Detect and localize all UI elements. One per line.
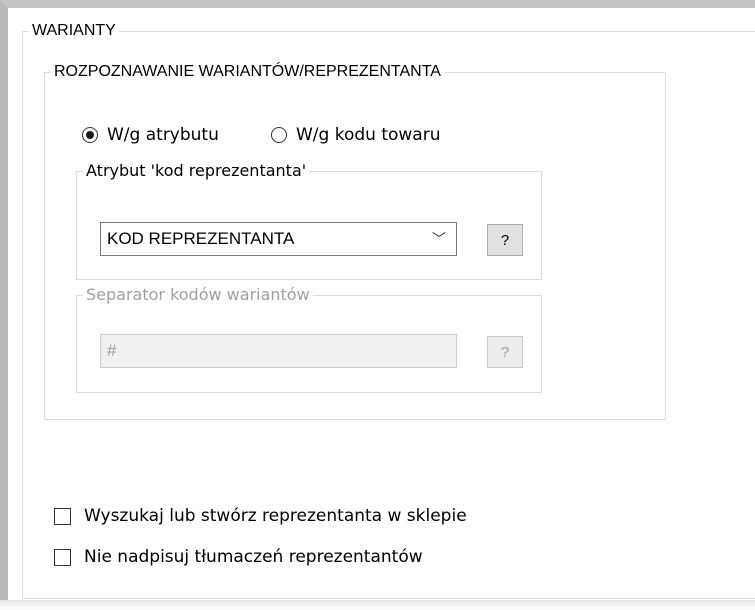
separator-input[interactable]: # <box>100 334 457 368</box>
atrybut-group: Atrybut 'kod reprezentanta' <box>76 162 542 280</box>
kod-reprezentanta-select[interactable]: KOD REPREZENTANTA ﹀ <box>100 222 457 256</box>
checkbox-nie-nadpisuj-label: Nie nadpisuj tłumaczeń reprezentantów <box>84 547 423 567</box>
help-button-disabled[interactable]: ? <box>487 336 523 368</box>
window-shadow <box>0 600 755 610</box>
checkbox-nie-nadpisuj[interactable]: Nie nadpisuj tłumaczeń reprezentantów <box>54 547 423 567</box>
rozpoznawanie-legend: ROZPOZNAWANIE WARIANTÓW/REPREZENTANTA <box>54 63 441 80</box>
radio-wg-atrybutu-label: W/g atrybutu <box>107 125 219 145</box>
checkbox-wyszukaj[interactable]: Wyszukaj lub stwórz reprezentanta w skle… <box>54 506 467 526</box>
radio-wg-atrybutu[interactable]: W/g atrybutu <box>82 125 219 145</box>
radio-button[interactable] <box>271 127 287 143</box>
checkbox-wyszukaj-label: Wyszukaj lub stwórz reprezentanta w skle… <box>84 506 467 526</box>
checkbox-box[interactable] <box>54 507 71 525</box>
atrybut-legend: Atrybut 'kod reprezentanta' <box>86 161 307 180</box>
help-button[interactable]: ? <box>487 224 523 256</box>
radio-button-selected[interactable] <box>82 127 98 143</box>
radio-wg-kodu-towaru-label: W/g kodu towaru <box>296 125 441 145</box>
checkbox-box[interactable] <box>54 548 71 566</box>
combo-value: KOD REPREZENTANTA <box>107 229 295 248</box>
separator-legend: Separator kodów wariantów <box>86 285 310 304</box>
warianty-legend: WARIANTY <box>32 22 116 39</box>
radio-wg-kodu-towaru[interactable]: W/g kodu towaru <box>271 125 441 145</box>
chevron-down-icon[interactable]: ﹀ <box>432 229 446 249</box>
